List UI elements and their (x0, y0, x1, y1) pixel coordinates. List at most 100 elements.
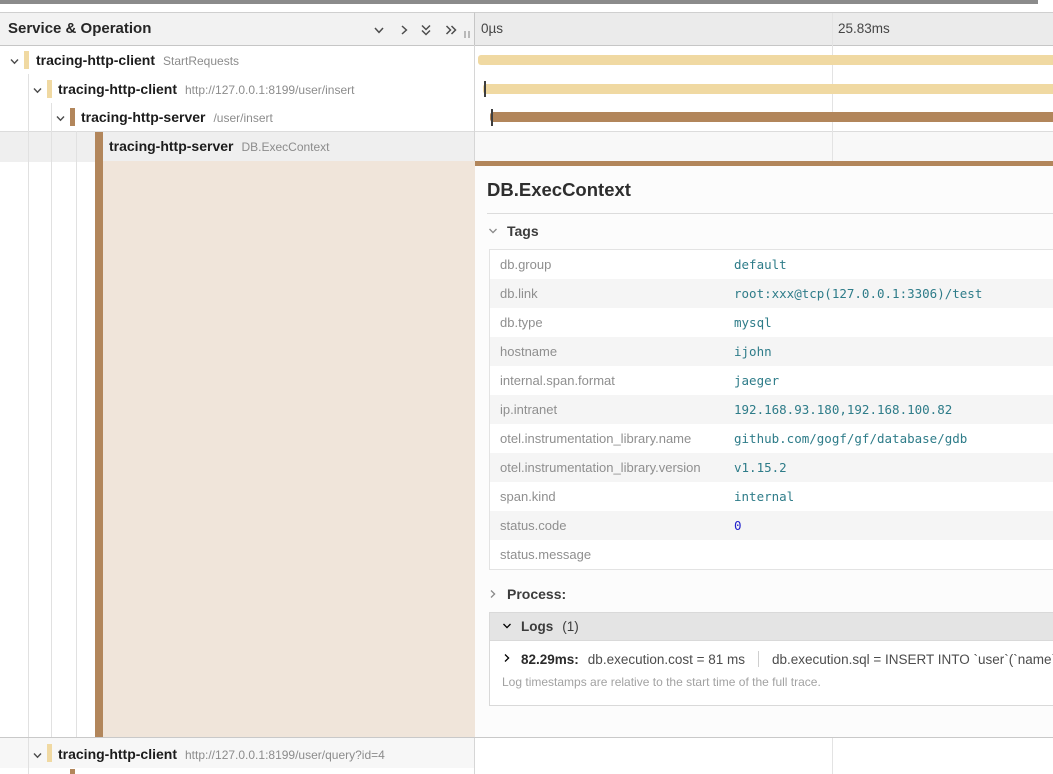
timeline-scrubber[interactable] (0, 0, 1038, 4)
tag-key: ip.intranet (490, 395, 734, 424)
tag-key: otel.instrumentation_library.name (490, 424, 734, 453)
span-detail-title: DB.ExecContext (487, 179, 631, 201)
tag-value: default (734, 250, 787, 279)
tag-row: internal.span.formatjaeger (490, 366, 1053, 395)
tags-section-label: Tags (507, 223, 539, 239)
logs-count: (1) (562, 619, 579, 634)
tag-value: jaeger (734, 366, 779, 395)
tag-value: github.com/gogf/gf/database/gdb (734, 424, 967, 453)
indent-guide (76, 131, 77, 737)
tags-table: db.groupdefault db.linkroot:xxx@tcp(127.… (489, 249, 1053, 570)
tag-key: hostname (490, 337, 734, 366)
collapse-chevron-icon[interactable] (32, 85, 43, 96)
chevron-down-icon (502, 618, 512, 636)
detail-bottom-border (0, 737, 1053, 738)
span-row-2[interactable]: tracing-http-server /user/insert (81, 109, 273, 125)
tag-value: internal (734, 482, 794, 511)
log-field-separator (758, 651, 759, 667)
operation-name: StartRequests (163, 54, 239, 68)
span-row-4[interactable]: tracing-http-client http://127.0.0.1:819… (58, 746, 385, 762)
service-name: tracing-http-client (58, 746, 177, 762)
chevron-right-icon[interactable] (397, 23, 411, 37)
tag-key: otel.instrumentation_library.version (490, 453, 734, 482)
span-row-0[interactable]: tracing-http-client StartRequests (36, 52, 239, 68)
logs-section-label: Logs (521, 619, 553, 634)
tag-row: ip.intranet192.168.93.180,192.168.100.82 (490, 395, 1053, 424)
log-marker-tick[interactable] (491, 109, 493, 126)
span-bar-client-startrequests[interactable] (478, 55, 1053, 65)
tag-row: db.typemysql (490, 308, 1053, 337)
selected-span-row-timeline-bg[interactable] (475, 131, 1053, 162)
tag-row: otel.instrumentation_library.namegithub.… (490, 424, 1053, 453)
log-entry[interactable]: 82.29ms: db.execution.cost = 81 ms db.ex… (502, 650, 1053, 668)
tag-value: v1.15.2 (734, 453, 787, 482)
tag-key: db.type (490, 308, 734, 337)
span-color-swatch (70, 108, 75, 126)
operation-name: http://127.0.0.1:8199/user/insert (185, 83, 354, 97)
column-resize-grip-icon[interactable] (464, 31, 470, 38)
tag-row: hostnameijohn (490, 337, 1053, 366)
operation-name: DB.ExecContext (241, 140, 329, 154)
tag-value: 192.168.93.180,192.168.100.82 (734, 395, 952, 424)
process-section-label: Process: (507, 586, 566, 602)
log-field-sql: db.execution.sql = INSERT INTO `user`(`n… (772, 652, 1053, 667)
trace-timeline-view: Service & Operation 0µs 25.83ms tracing-… (0, 0, 1053, 774)
log-timestamp: 82.29ms: (521, 652, 579, 667)
service-name: tracing-http-client (58, 81, 177, 97)
tag-row: status.code0 (490, 511, 1053, 540)
operation-name: /user/insert (213, 111, 272, 125)
tag-row: db.groupdefault (490, 250, 1053, 279)
detail-divider (487, 213, 1053, 214)
tags-section-header[interactable]: Tags (488, 223, 539, 239)
tag-row: db.linkroot:xxx@tcp(127.0.0.1:3306)/test (490, 279, 1053, 308)
timeline-tick-0: 0µs (481, 21, 503, 36)
tag-row: status.message (490, 540, 1053, 569)
chevron-right-icon (502, 650, 512, 668)
selected-span-tint-area (103, 161, 475, 738)
span-row-1[interactable]: tracing-http-client http://127.0.0.1:819… (58, 81, 354, 97)
chevron-down-icon[interactable] (372, 23, 386, 37)
service-name: tracing-http-server (81, 109, 205, 125)
chevron-right-icon (488, 589, 498, 599)
tag-row: span.kindinternal (490, 482, 1053, 511)
logs-section: Logs (1) 82.29ms: db.execution.cost = 81… (489, 612, 1053, 706)
indent-guide (28, 74, 29, 774)
timeline-header (475, 12, 1053, 46)
tag-value: root:xxx@tcp(127.0.0.1:3306)/test (734, 279, 982, 308)
selected-span-accent-stripe (95, 132, 103, 737)
tag-row: otel.instrumentation_library.versionv1.1… (490, 453, 1053, 482)
tag-value: 0 (734, 511, 742, 540)
span-color-swatch (47, 80, 52, 98)
log-field-cost: db.execution.cost = 81 ms (588, 652, 745, 667)
tag-key: db.link (490, 279, 734, 308)
collapse-chevron-icon[interactable] (9, 56, 20, 67)
logs-section-header[interactable]: Logs (1) (490, 613, 1053, 641)
span-row-3-selected[interactable]: tracing-http-server DB.ExecContext (109, 138, 330, 154)
service-operation-title: Service & Operation (8, 20, 151, 37)
log-timestamps-note: Log timestamps are relative to the start… (502, 675, 1053, 689)
double-chevron-right-icon[interactable] (444, 23, 458, 37)
operation-name: http://127.0.0.1:8199/user/query?id=4 (185, 748, 385, 762)
span-color-swatch (47, 744, 52, 762)
double-chevron-down-icon[interactable] (419, 23, 433, 37)
span-bar-client-insert[interactable] (483, 84, 1053, 94)
log-marker-tick[interactable] (484, 81, 486, 97)
collapse-chevron-icon[interactable] (55, 113, 66, 124)
service-name: tracing-http-server (109, 138, 233, 154)
tag-key: internal.span.format (490, 366, 734, 395)
tag-key: status.message (490, 540, 734, 569)
tag-key: status.code (490, 511, 734, 540)
service-name: tracing-http-client (36, 52, 155, 68)
span-detail-panel: DB.ExecContext Tags db.groupdefault db.l… (475, 166, 1053, 738)
collapse-chevron-icon[interactable] (32, 750, 43, 761)
span-bar-server-insert[interactable] (490, 112, 1053, 122)
span-color-swatch (24, 51, 29, 69)
indent-guide (51, 103, 52, 737)
process-section-header[interactable]: Process: (488, 586, 566, 602)
tag-key: db.group (490, 250, 734, 279)
span-color-swatch-partial (70, 769, 75, 774)
tag-key: span.kind (490, 482, 734, 511)
timeline-tick-1: 25.83ms (838, 21, 890, 36)
tag-value: ijohn (734, 337, 772, 366)
tag-value: mysql (734, 308, 772, 337)
